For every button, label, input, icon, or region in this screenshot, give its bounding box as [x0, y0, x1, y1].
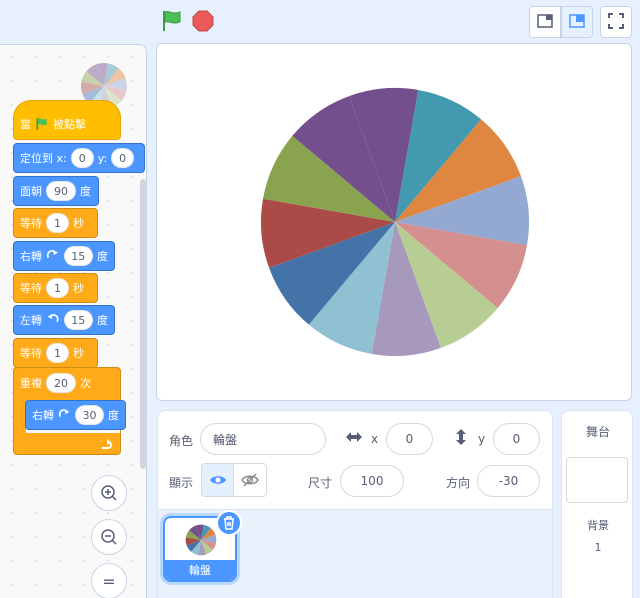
eye-slash-icon: [241, 473, 259, 487]
turn-left-block[interactable]: 左轉 15 度: [13, 305, 115, 335]
turn-right-block[interactable]: 右轉 15 度: [13, 241, 115, 271]
degrees-input[interactable]: 15: [63, 246, 93, 266]
show-button[interactable]: [202, 464, 235, 496]
block-text: 定位到 x:: [20, 152, 67, 165]
green-flag-icon[interactable]: [160, 9, 184, 33]
block-text: 等待: [20, 217, 42, 230]
y-arrows-icon: [454, 428, 468, 449]
stop-sign-icon[interactable]: [192, 10, 214, 32]
when-flag-clicked-block[interactable]: 當 被點擊: [13, 100, 121, 140]
x-label: x: [371, 432, 379, 446]
stage-title: 舞台: [585, 425, 610, 439]
equals-icon: =: [102, 571, 116, 591]
block-text: 等待: [20, 282, 42, 295]
block-text: 度: [80, 185, 91, 198]
sprite-thumbnail: [185, 524, 217, 556]
wait-block[interactable]: 等待 1 秒: [13, 208, 98, 238]
small-stage-button[interactable]: [529, 6, 561, 38]
y-input[interactable]: 0: [493, 423, 540, 455]
small-stage-icon: [537, 13, 553, 31]
block-text: 被點擊: [53, 118, 86, 131]
zoom-out-button[interactable]: [91, 519, 127, 555]
x-arrows-icon: [345, 430, 363, 447]
direction-label: 方向: [446, 476, 471, 490]
backdrops-label: 背景: [587, 519, 609, 532]
stage-selector-panel[interactable]: 舞台 背景 1: [561, 410, 633, 598]
top-bar: [0, 0, 640, 44]
block-text: 度: [97, 250, 108, 263]
delete-sprite-button[interactable]: [216, 510, 242, 536]
fullscreen-icon: [608, 12, 624, 32]
backdrops-count: 1: [594, 541, 602, 554]
direction-input[interactable]: -30: [477, 465, 540, 497]
turn-right-block[interactable]: 右轉 30 度: [25, 400, 126, 430]
block-text: 度: [108, 409, 119, 422]
block-text: 面朝: [20, 185, 42, 198]
block-text: 左轉: [20, 314, 42, 327]
eye-icon: [209, 476, 226, 484]
block-text: 次: [80, 377, 91, 390]
wait-input[interactable]: 1: [46, 278, 69, 298]
block-text: 秒: [73, 217, 84, 230]
green-flag-icon: [36, 118, 47, 130]
size-label: 尺寸: [308, 476, 333, 490]
normal-stage-button[interactable]: [561, 6, 593, 38]
x-input[interactable]: 0: [70, 148, 94, 168]
stage-thumbnail[interactable]: [566, 457, 628, 503]
degrees-input[interactable]: 15: [63, 310, 93, 330]
rotate-clockwise-icon: [46, 250, 58, 259]
sprite-name-input[interactable]: 輪盤: [200, 423, 326, 455]
repeat-count-input[interactable]: 20: [46, 373, 76, 393]
rotate-clockwise-icon: [58, 409, 70, 418]
goto-xy-block[interactable]: 定位到 x: 0 y: 0: [13, 143, 145, 173]
block-text: 重複: [20, 377, 42, 390]
sprite-card-name: 輪盤: [165, 560, 235, 580]
degrees-input[interactable]: 30: [75, 405, 104, 425]
zoom-reset-button[interactable]: =: [91, 563, 127, 598]
normal-stage-icon: [569, 13, 585, 31]
wheel-sprite[interactable]: [157, 44, 632, 401]
zoom-in-button[interactable]: [91, 475, 127, 511]
block-text: 右轉: [20, 250, 42, 263]
show-label: 顯示: [169, 476, 194, 490]
wait-input[interactable]: 1: [46, 343, 69, 363]
block-text: 度: [97, 314, 108, 327]
block-text: 等待: [20, 347, 42, 360]
size-input[interactable]: 100: [340, 465, 404, 497]
block-text: 秒: [73, 347, 84, 360]
fullscreen-button[interactable]: [600, 6, 632, 38]
block-text: 當: [20, 118, 31, 131]
y-input[interactable]: 0: [111, 148, 135, 168]
zoom-in-icon: [101, 485, 117, 501]
y-label: y: [478, 432, 486, 446]
wait-block[interactable]: 等待 1 秒: [13, 273, 98, 303]
hide-button[interactable]: [234, 464, 266, 496]
trash-icon: [224, 516, 234, 530]
wait-input[interactable]: 1: [46, 213, 69, 233]
visibility-toggle: [201, 463, 267, 497]
x-input[interactable]: 0: [386, 423, 433, 455]
block-text: 右轉: [32, 409, 54, 422]
wait-block[interactable]: 等待 1 秒: [13, 338, 98, 368]
block-text: y:: [97, 151, 108, 165]
code-scrollbar[interactable]: [140, 179, 146, 469]
direction-input[interactable]: 90: [46, 181, 76, 201]
sprite-label: 角色: [169, 434, 194, 448]
rotate-counterclockwise-icon: [47, 314, 59, 323]
point-direction-block[interactable]: 面朝 90 度: [13, 176, 99, 206]
loop-arrow-icon: [102, 439, 112, 449]
stage[interactable]: [156, 43, 632, 401]
block-text: 秒: [73, 282, 84, 295]
zoom-out-icon: [101, 529, 117, 545]
